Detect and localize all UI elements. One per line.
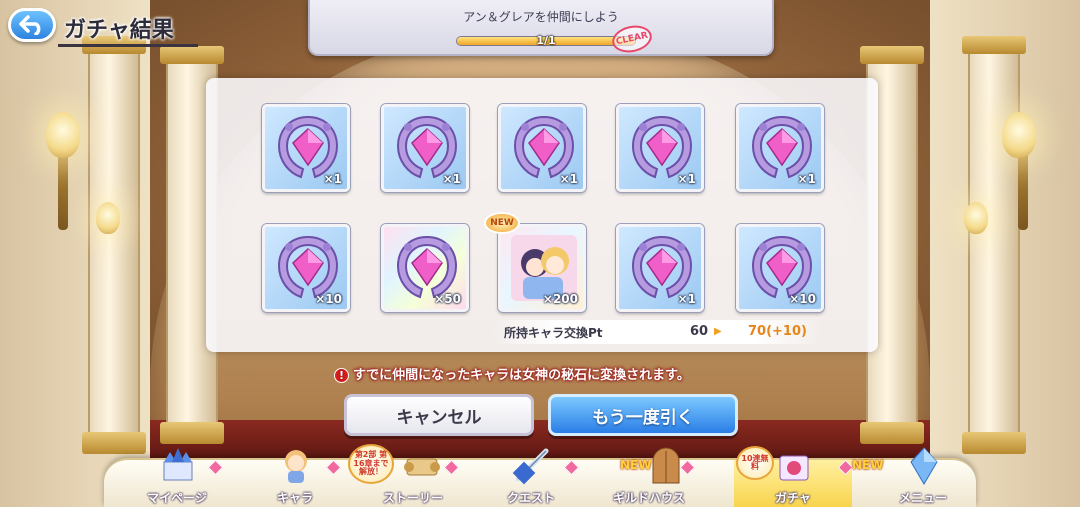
result-item[interactable]: ×1 xyxy=(262,104,350,192)
result-item[interactable]: ×10 xyxy=(736,224,824,312)
back-arrow-icon xyxy=(19,15,41,35)
mission-title: アン＆グレアを仲間にしよう xyxy=(463,10,619,24)
result-item[interactable]: ×1 xyxy=(381,104,469,192)
bottom-navigation: マイページ キャラ 第2部 第16章まで解放！ ストーリー クエスト NEW ギ… xyxy=(104,444,976,507)
screen-title-bar: ガチャ結果 xyxy=(58,8,198,48)
exchange-pt-before: 60 xyxy=(690,324,709,339)
exchange-pt-row: 所持キャラ交換Pt 60 ▶ 70(+10) xyxy=(492,320,822,344)
wall-lamp-left-small xyxy=(96,202,120,234)
lamp-arm-right xyxy=(1018,150,1028,230)
result-item[interactable]: ×1 xyxy=(616,104,704,192)
nav-label-mypage: マイページ xyxy=(147,491,207,505)
nav-label-character: キャラ xyxy=(276,491,313,505)
cancel-button[interactable]: キャンセル xyxy=(344,394,534,436)
result-item-count: ×1 xyxy=(797,172,816,186)
lamp-arm-left xyxy=(58,150,68,230)
nav-item-gacha[interactable]: 10連無料 ガチャ xyxy=(734,446,852,507)
nav-label-story: ストーリー xyxy=(382,491,443,505)
result-item[interactable]: ×50 xyxy=(381,224,469,312)
result-item-count: ×10 xyxy=(315,292,342,306)
menu-new-badge: NEW xyxy=(852,458,884,472)
mission-count: 1/1 xyxy=(536,34,556,47)
exchange-pt-label: 所持キャラ交換Pt xyxy=(504,326,603,340)
castle-icon xyxy=(158,446,198,486)
result-item-count: ×1 xyxy=(442,172,461,186)
wall-lamp-right xyxy=(1002,112,1036,158)
guildhouse-new-badge: NEW xyxy=(620,458,652,472)
result-item-count: ×1 xyxy=(323,172,342,186)
new-badge: NEW xyxy=(484,212,520,234)
exchange-pt-after: 70(+10) xyxy=(748,324,807,339)
result-item-count: ×1 xyxy=(677,292,696,306)
pillar-far-right xyxy=(962,36,1026,454)
screen-title: ガチャ結果 xyxy=(64,18,174,43)
character-icon xyxy=(276,446,316,486)
conversion-notice-text: すでに仲間になったキャラは女神の秘石に変換されます。 xyxy=(353,368,690,383)
warning-icon: ! xyxy=(334,368,349,383)
conversion-notice: ! すでに仲間になったキャラは女神の秘石に変換されます。 xyxy=(334,364,754,386)
result-item[interactable]: ×1 xyxy=(736,104,824,192)
nav-label-guildhouse: ギルドハウス xyxy=(612,491,685,505)
result-item-count: ×200 xyxy=(542,292,578,306)
result-item-count: ×10 xyxy=(789,292,816,306)
nav-label-menu: メニュー xyxy=(898,491,947,505)
nav-label-quest: クエスト xyxy=(506,491,555,505)
title-underline xyxy=(58,44,198,47)
result-item-count: ×1 xyxy=(677,172,696,186)
story-unlock-badge: 第2部 第16章まで解放！ xyxy=(348,444,394,484)
result-item[interactable]: ×10 xyxy=(262,224,350,312)
nav-item-menu[interactable]: NEW メニュー xyxy=(852,447,982,507)
result-item-count: ×1 xyxy=(559,172,578,186)
wall-lamp-right-small xyxy=(964,202,988,234)
back-button[interactable] xyxy=(8,8,56,42)
wall-lamp-left xyxy=(46,112,80,158)
result-item[interactable]: ×1 xyxy=(616,224,704,312)
draw-again-button[interactable]: もう一度引く xyxy=(548,394,738,436)
result-item[interactable]: ×1 xyxy=(498,104,586,192)
sword-icon xyxy=(512,446,552,486)
clear-stamp: CLEAR xyxy=(609,22,655,56)
nav-label-gacha: ガチャ xyxy=(775,491,811,505)
result-item[interactable]: ×200 xyxy=(498,224,586,312)
gacha-free-badge: 10連無料 xyxy=(736,446,774,480)
pillar-far-left xyxy=(82,36,146,454)
mission-banner[interactable]: アン＆グレアを仲間にしよう 1/1 CLEAR xyxy=(308,0,774,56)
result-item-count: ×50 xyxy=(434,292,461,306)
crystal-icon xyxy=(904,446,944,486)
gacha-icon xyxy=(774,446,814,486)
scroll-icon xyxy=(402,446,442,486)
arrow-right-icon: ▶ xyxy=(714,326,722,337)
